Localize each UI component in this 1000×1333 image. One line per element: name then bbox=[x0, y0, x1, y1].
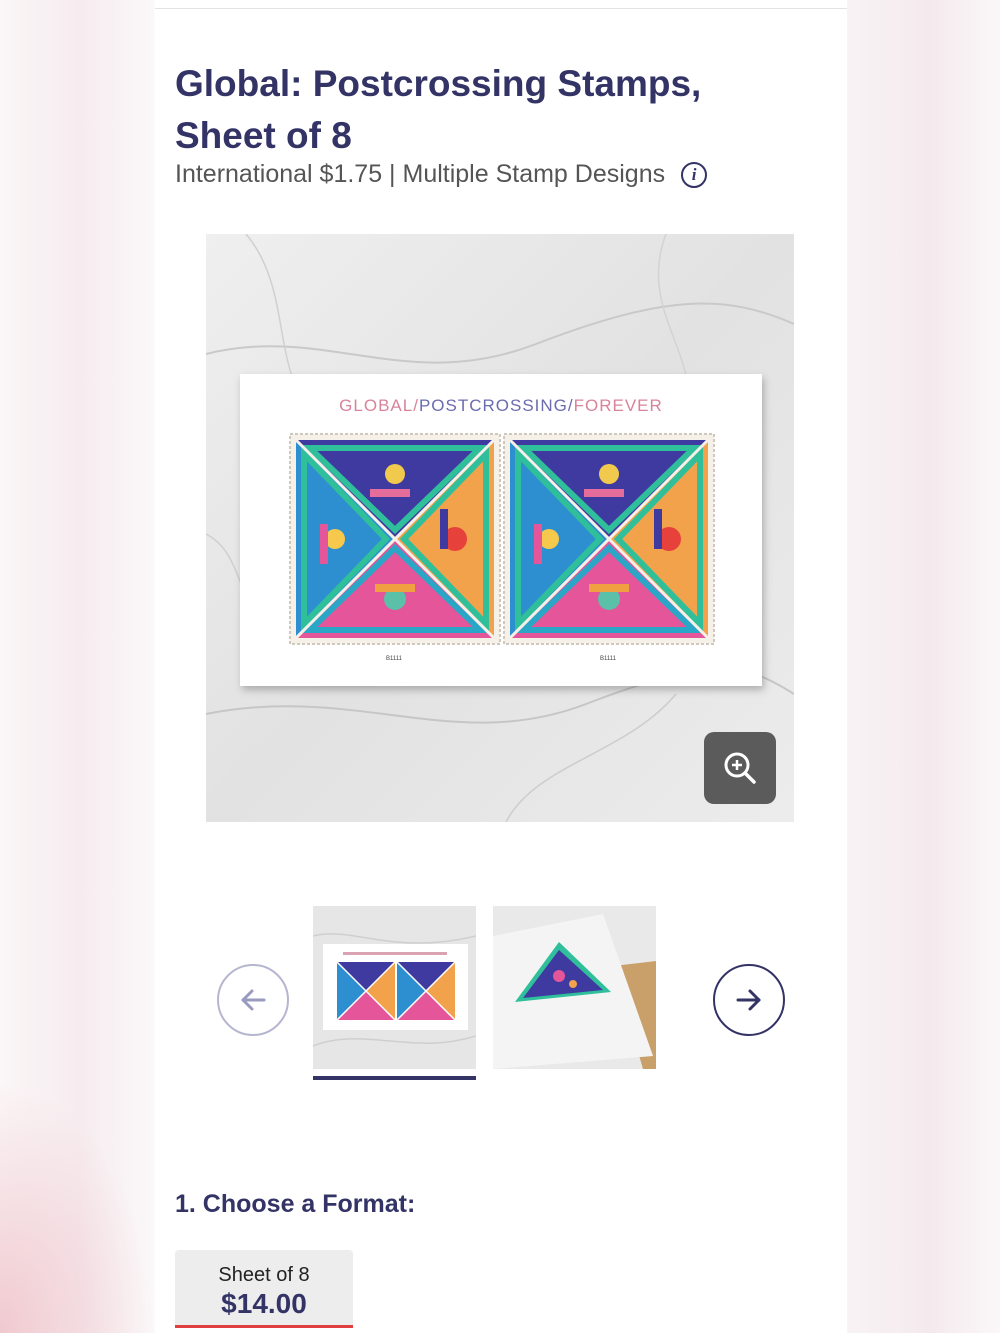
format-option-sheet-of-8[interactable]: Sheet of 8 $14.00 bbox=[175, 1250, 353, 1328]
info-icon[interactable]: i bbox=[681, 161, 708, 188]
zoom-button[interactable] bbox=[704, 732, 776, 804]
thumbnail-sheet[interactable] bbox=[313, 906, 476, 1069]
format-option-name: Sheet of 8 bbox=[218, 1264, 310, 1286]
stamp-sheet-photo: GLOBAL/POSTCROSSING/FOREVER B1111 B1111 bbox=[206, 234, 794, 822]
carousel-next-button[interactable] bbox=[713, 964, 785, 1036]
product-title: Global: Postcrossing Stamps, Sheet of 8 bbox=[175, 63, 702, 156]
arrow-right-icon bbox=[736, 989, 761, 1011]
plate-number-left: B1111 bbox=[386, 656, 403, 662]
thumbnail-envelope-image bbox=[493, 906, 656, 1069]
product-panel: Global: Postcrossing Stamps, Sheet of 8 … bbox=[155, 0, 847, 1333]
thumbnail-sheet-image bbox=[313, 906, 476, 1069]
arrow-left-icon bbox=[241, 989, 266, 1011]
format-option-price: $14.00 bbox=[221, 1288, 307, 1319]
plate-number-right: B1111 bbox=[600, 656, 617, 662]
product-subtitle-row: International $1.75 | Multiple Stamp Des… bbox=[175, 160, 708, 189]
zoom-in-icon bbox=[724, 752, 756, 784]
product-hero-image[interactable]: GLOBAL/POSTCROSSING/FOREVER B1111 B1111 bbox=[206, 234, 794, 822]
format-section-label: 1. Choose a Format: bbox=[175, 1190, 416, 1218]
thumbnail-envelope[interactable] bbox=[493, 906, 656, 1069]
product-subtitle: International $1.75 | Multiple Stamp Des… bbox=[175, 160, 666, 188]
carousel-prev-button[interactable] bbox=[217, 964, 289, 1036]
sheet-heading: GLOBAL/POSTCROSSING/FOREVER bbox=[339, 396, 663, 415]
thumbnail-selected-indicator bbox=[313, 1076, 476, 1080]
top-divider bbox=[155, 8, 847, 9]
background-blush bbox=[0, 1080, 155, 1333]
